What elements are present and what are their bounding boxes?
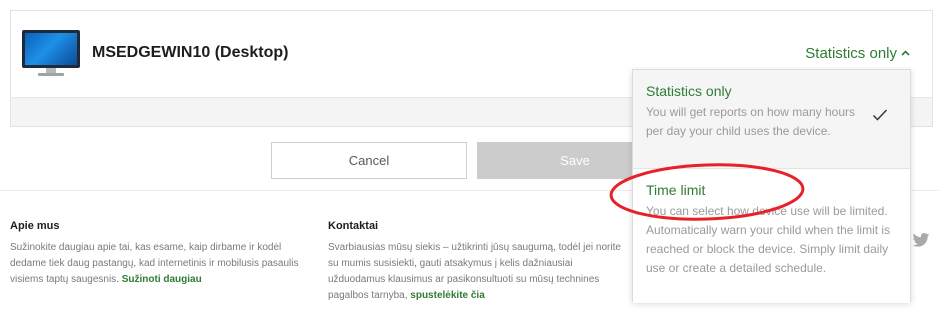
footer-about-link[interactable]: Sužinoti daugiau <box>122 274 202 285</box>
footer-about-heading: Apie mus <box>10 220 60 232</box>
mode-selected-label: Statistics only <box>805 45 897 62</box>
footer-contact-heading: Kontaktai <box>328 220 379 232</box>
option-description: You will get reports on how many hours p… <box>646 105 856 138</box>
option-statistics-only[interactable]: Statistics only You will get reports on … <box>633 70 910 169</box>
option-description: You can select how device use will be li… <box>646 204 891 275</box>
mode-dropdown-menu: Statistics only You will get reports on … <box>632 69 911 303</box>
option-title: Statistics only <box>646 83 732 99</box>
option-time-limit[interactable]: Time limit You can select how device use… <box>633 169 910 303</box>
twitter-icon[interactable] <box>912 233 930 247</box>
option-title: Time limit <box>646 182 706 198</box>
cancel-button[interactable]: Cancel <box>271 142 467 179</box>
footer-about: Apie mus Sužinokite daugiau apie tai, ka… <box>10 220 310 288</box>
footer-contact-link[interactable]: spustelėkite čia <box>410 290 484 301</box>
footer-contact-text: Svarbiausias mūsų siekis – užtikrinti jū… <box>328 242 621 301</box>
device-name: MSEDGEWIN10 (Desktop) <box>92 44 289 61</box>
footer-about-text: Sužinokite daugiau apie tai, kas esame, … <box>10 242 299 285</box>
monitor-icon <box>22 30 80 76</box>
checkmark-icon <box>872 108 888 122</box>
mode-dropdown-toggle[interactable]: Statistics only <box>805 45 910 62</box>
footer-contact: Kontaktai Svarbiausias mūsų siekis – užt… <box>328 220 628 304</box>
page: MSEDGEWIN10 (Desktop) Statistics only Ca… <box>0 0 939 320</box>
chevron-up-icon <box>901 48 910 59</box>
